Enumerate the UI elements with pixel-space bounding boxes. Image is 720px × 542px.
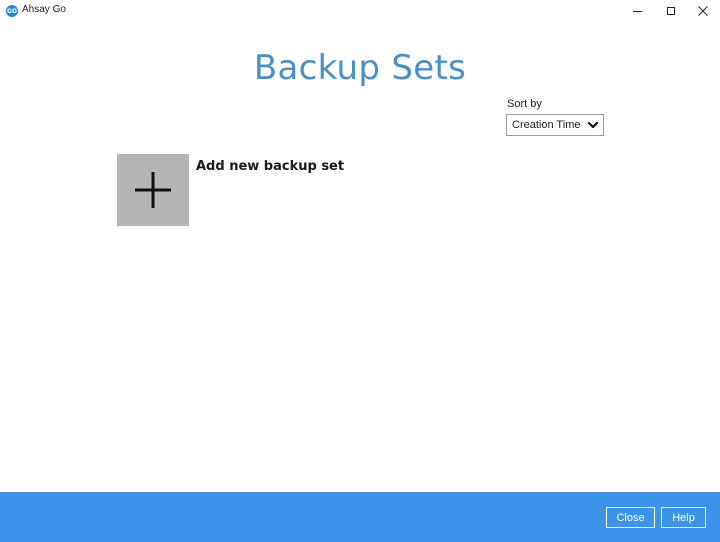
help-button[interactable]: Help	[661, 507, 706, 528]
sort-by-dropdown[interactable]: Creation Time	[506, 114, 604, 136]
maximize-button[interactable]	[654, 0, 688, 22]
minimize-icon	[632, 10, 642, 12]
close-button[interactable]: Close	[606, 507, 655, 528]
chevron-down-icon	[588, 121, 598, 129]
add-backup-set-link[interactable]: Add new backup set	[196, 159, 344, 174]
maximize-icon	[667, 7, 675, 15]
title-bar[interactable]: GO Ahsay Go	[0, 0, 720, 22]
app-logo-text: GO	[6, 7, 18, 15]
close-window-button[interactable]	[686, 0, 720, 22]
sort-by-selected-value: Creation Time	[512, 119, 581, 131]
sort-by-label: Sort by	[507, 98, 542, 110]
app-window: GO Ahsay Go Backup Sets Sort by Creation…	[0, 0, 720, 542]
plus-icon	[135, 172, 171, 208]
add-backup-set-button[interactable]	[117, 154, 189, 226]
app-logo-icon: GO	[6, 5, 18, 17]
window-title: Ahsay Go	[22, 4, 66, 15]
close-icon	[698, 6, 708, 16]
page-title: Backup Sets	[253, 48, 467, 88]
minimize-button[interactable]	[620, 0, 654, 22]
